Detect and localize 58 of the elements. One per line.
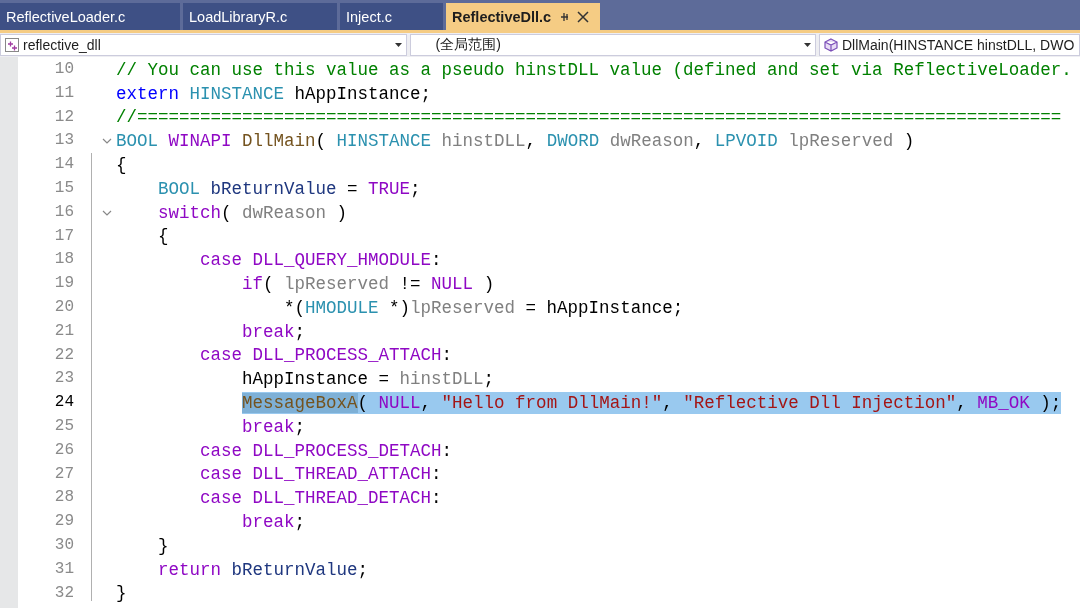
line-number: 10 [53, 59, 74, 80]
code-line: BOOL bReturnValue = TRUE; [158, 177, 421, 200]
line-number: 14 [53, 154, 74, 176]
line-number: 12 [53, 106, 74, 128]
line-number: 19 [53, 273, 74, 295]
code-line: if( lpReserved != NULL ) [242, 273, 495, 296]
code-line: hAppInstance = hinstDLL; [242, 368, 495, 391]
code-line: break; [242, 320, 306, 343]
line-number: 16 [53, 201, 74, 223]
member-dropdown[interactable]: DllMain(HINSTANCE hinstDLL, DWO [818, 34, 1080, 56]
line-number: 30 [53, 534, 74, 556]
pin-icon [559, 11, 570, 22]
code-line: return bReturnValue; [158, 558, 369, 581]
code-line: case DLL_PROCESS_DETACH: [200, 439, 453, 462]
line-number: 13 [53, 130, 74, 152]
project-dropdown[interactable]: reflective_dll [0, 34, 408, 56]
line-number: 24 [53, 392, 74, 414]
line-number: 11 [53, 82, 74, 104]
line-number: 31 [53, 558, 74, 580]
code-line: } [116, 582, 127, 605]
code-line: { [116, 154, 127, 177]
line-number: 29 [53, 511, 74, 533]
caret-icon [395, 43, 403, 47]
scope-dropdown[interactable]: (全局范围) [410, 34, 816, 56]
code-line: // You can use this value as a pseudo hinstDLL value (defined and set via ReflectiveLoader. [116, 58, 1072, 81]
file-tab[interactable]: ReflectiveLoader.c [0, 3, 180, 30]
line-number: 22 [53, 344, 74, 366]
code-line: break; [242, 511, 306, 534]
code-line: case DLL_THREAD_ATTACH: [200, 463, 442, 486]
code-line: switch( dwReason ) [158, 201, 348, 224]
line-number: 27 [53, 463, 74, 485]
file-tab[interactable]: ReflectiveDll.c [446, 3, 600, 30]
line-number: 25 [53, 415, 74, 437]
line-number: 26 [53, 439, 74, 461]
code-line: case DLL_PROCESS_ATTACH: [200, 344, 453, 367]
code-line: case DLL_THREAD_DETACH: [200, 487, 442, 510]
line-number: 17 [53, 225, 74, 247]
code-line: break; [242, 415, 306, 438]
code-line: BOOL WINAPI DllMain( HINSTANCE hinstDLL, DWORD dwReason, LPVOID lpReserved ) [116, 130, 915, 153]
file-tab[interactable]: Inject.c [340, 3, 443, 30]
code-line: *(HMODULE *)lpReserved = hAppInstance; [284, 296, 684, 319]
code-line: //======================================================================================== [116, 106, 1062, 129]
cube-icon [823, 38, 838, 52]
code-line: extern HINSTANCE hAppInstance; [116, 82, 432, 105]
line-number: 32 [53, 582, 74, 604]
code-line: { [158, 225, 169, 248]
code-line: } [158, 534, 169, 557]
file-tab[interactable]: LoadLibraryR.c [183, 3, 337, 30]
line-number: 21 [53, 320, 74, 342]
caret-icon [803, 43, 811, 47]
line-number: 23 [53, 368, 74, 390]
line-number: 28 [53, 487, 74, 509]
line-number: 20 [53, 296, 74, 318]
code-line: case DLL_QUERY_HMODULE: [200, 249, 442, 272]
project-icon [5, 38, 19, 52]
line-number: 15 [53, 178, 74, 199]
line-number: 18 [53, 249, 74, 271]
close-icon [577, 10, 590, 23]
